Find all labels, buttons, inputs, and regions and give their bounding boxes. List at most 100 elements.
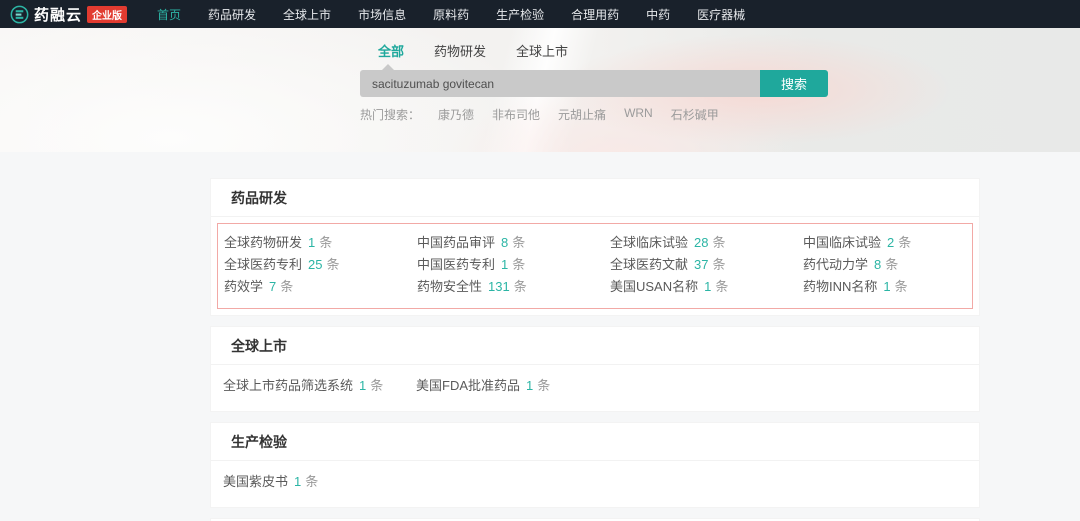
result-count: 1 [294,474,302,489]
hot-search-item[interactable]: 康乃德 [438,106,474,123]
result-item[interactable]: 全球药物研发 1 条 [224,232,417,254]
nav-item-市场信息[interactable]: 市场信息 [358,6,406,23]
pharmcloud-logo-icon [10,5,29,23]
nav-item-首页[interactable]: 首页 [157,6,181,23]
result-label: 美国紫皮书 [223,474,289,489]
search-tabs: 全部 药物研发 全球上市 [378,40,828,60]
result-item[interactable]: 美国FDA批准药品 1 条 [416,375,609,397]
result-item[interactable]: 全球上市药品筛选系统 1 条 [223,375,416,397]
nav-item-药品研发[interactable]: 药品研发 [208,6,256,23]
result-count: 1 [526,378,534,393]
hot-search-row: 热门搜索： 康乃德 非布司他 元胡止痛 WRN 石杉碱甲 [360,106,828,123]
result-item[interactable]: 药代动力学 8 条 [803,254,996,276]
section-card: 生产检验美国紫皮书 1 条 [210,422,980,508]
result-count: 25 [308,257,323,272]
active-tab-notch [382,64,394,70]
logo[interactable]: 药融云 企业版 [10,4,128,25]
result-label: 药代动力学 [803,257,869,272]
hot-search-item[interactable]: 非布司他 [492,106,540,123]
nav-item-全球上市[interactable]: 全球上市 [283,6,331,23]
result-label: 全球医药文献 [610,257,689,272]
result-unit: 条 [305,474,319,489]
result-unit: 条 [712,235,726,250]
search-bar: 搜索 [360,64,828,97]
result-count: 37 [694,257,709,272]
search-button[interactable]: 搜索 [760,70,828,97]
result-label: 美国FDA批准药品 [416,378,521,393]
section-card: 全球上市 全球上市药品筛选系统 1 条美国FDA批准药品 1 条 [210,326,980,412]
logo-text: 药融云 [34,6,83,24]
nav-item-医疗器械[interactable]: 医疗器械 [697,6,745,23]
result-item[interactable]: 中国医药专利 1 条 [417,254,610,276]
result-count: 8 [501,235,509,250]
search-input[interactable] [360,70,760,97]
nav-item-生产检验[interactable]: 生产检验 [496,6,544,23]
result-item[interactable]: 美国USAN名称 1 条 [610,276,803,298]
top-navbar: 药融云 企业版 首页 药品研发 全球上市 市场信息 原料药 生产检验 合理用药 中药 医疗器械 [0,0,1080,28]
section-title: 全球上市 [211,327,979,365]
search-tab-全部[interactable]: 全部 [378,41,404,60]
section-results: 全球上市药品筛选系统 1 条美国FDA批准药品 1 条 [211,365,979,411]
nav-item-原料药[interactable]: 原料药 [433,6,469,23]
result-label: 全球医药专利 [224,257,303,272]
hero-banner: 全部 药物研发 全球上市 搜索 热门搜索： 康乃德 非布司他 元胡止痛 WRN 石杉碱甲 [0,28,1080,152]
result-label: 全球临床试验 [610,235,689,250]
result-label: 中国药品审评 [417,235,496,250]
result-item[interactable]: 药效学 7 条 [224,276,417,298]
result-unit: 条 [370,378,384,393]
hot-search-item[interactable]: WRN [624,106,653,123]
result-label: 美国USAN名称 [610,279,699,294]
result-item[interactable]: 药物安全性 131 条 [417,276,610,298]
result-item[interactable]: 中国临床试验 2 条 [803,232,996,254]
result-unit: 条 [326,257,340,272]
result-count: 1 [359,378,367,393]
result-count: 8 [874,257,882,272]
search-tab-全球上市[interactable]: 全球上市 [516,41,568,60]
result-item[interactable]: 美国紫皮书 1 条 [223,471,416,493]
section-results: 全球药物研发 1 条中国药品审评 8 条全球临床试验 28 条中国临床试验 2 条全球医药专利 2… [217,223,973,309]
section-title: 生产检验 [211,423,979,461]
result-count: 1 [704,279,712,294]
result-count: 2 [887,235,895,250]
hot-search-item[interactable]: 元胡止痛 [558,106,606,123]
result-unit: 条 [537,378,551,393]
result-label: 全球上市药品筛选系统 [223,378,354,393]
result-count: 1 [501,257,509,272]
result-item[interactable]: 药物INN名称 1 条 [803,276,996,298]
result-unit: 条 [894,279,908,294]
result-count: 28 [694,235,709,250]
search-tab-药物研发[interactable]: 药物研发 [434,41,486,60]
result-unit: 条 [280,279,294,294]
result-label: 全球药物研发 [224,235,303,250]
result-label: 药物INN名称 [803,279,878,294]
hot-search-items: 康乃德 非布司他 元胡止痛 WRN 石杉碱甲 [438,106,719,123]
result-unit: 条 [712,257,726,272]
hot-search-item[interactable]: 石杉碱甲 [671,106,719,123]
result-label: 药效学 [224,279,264,294]
search-block: 全部 药物研发 全球上市 搜索 热门搜索： 康乃德 非布司他 元胡止痛 WRN 石杉碱甲 [360,40,828,123]
search-results: 药品研发 全球药物研发 1 条中国药品审评 8 条全球临床试验 28 条中国临床试验 2 条全球医… [0,152,1080,521]
result-count: 131 [488,279,510,294]
result-label: 药物安全性 [417,279,483,294]
result-count: 1 [883,279,891,294]
result-unit: 条 [513,279,527,294]
hot-search-label: 热门搜索： [360,108,421,122]
result-unit: 条 [885,257,899,272]
result-label: 中国医药专利 [417,257,496,272]
result-item[interactable]: 全球医药文献 37 条 [610,254,803,276]
result-unit: 条 [319,235,333,250]
result-item[interactable]: 中国药品审评 8 条 [417,232,610,254]
result-item[interactable]: 全球医药专利 25 条 [224,254,417,276]
result-item[interactable]: 全球临床试验 28 条 [610,232,803,254]
nav-item-中药[interactable]: 中药 [646,6,670,23]
result-unit: 条 [898,235,912,250]
result-count: 7 [269,279,277,294]
section-card: 药品研发 全球药物研发 1 条中国药品审评 8 条全球临床试验 28 条中国临床试验 2 条全球医… [210,178,980,316]
enterprise-badge: 企业版 [87,5,128,23]
section-results: 美国紫皮书 1 条 [211,461,979,507]
nav-item-合理用药[interactable]: 合理用药 [571,6,619,23]
result-unit: 条 [512,235,526,250]
nav-menu: 首页 药品研发 全球上市 市场信息 原料药 生产检验 合理用药 中药 医疗器械 [157,6,745,23]
result-count: 1 [308,235,316,250]
result-unit: 条 [715,279,729,294]
